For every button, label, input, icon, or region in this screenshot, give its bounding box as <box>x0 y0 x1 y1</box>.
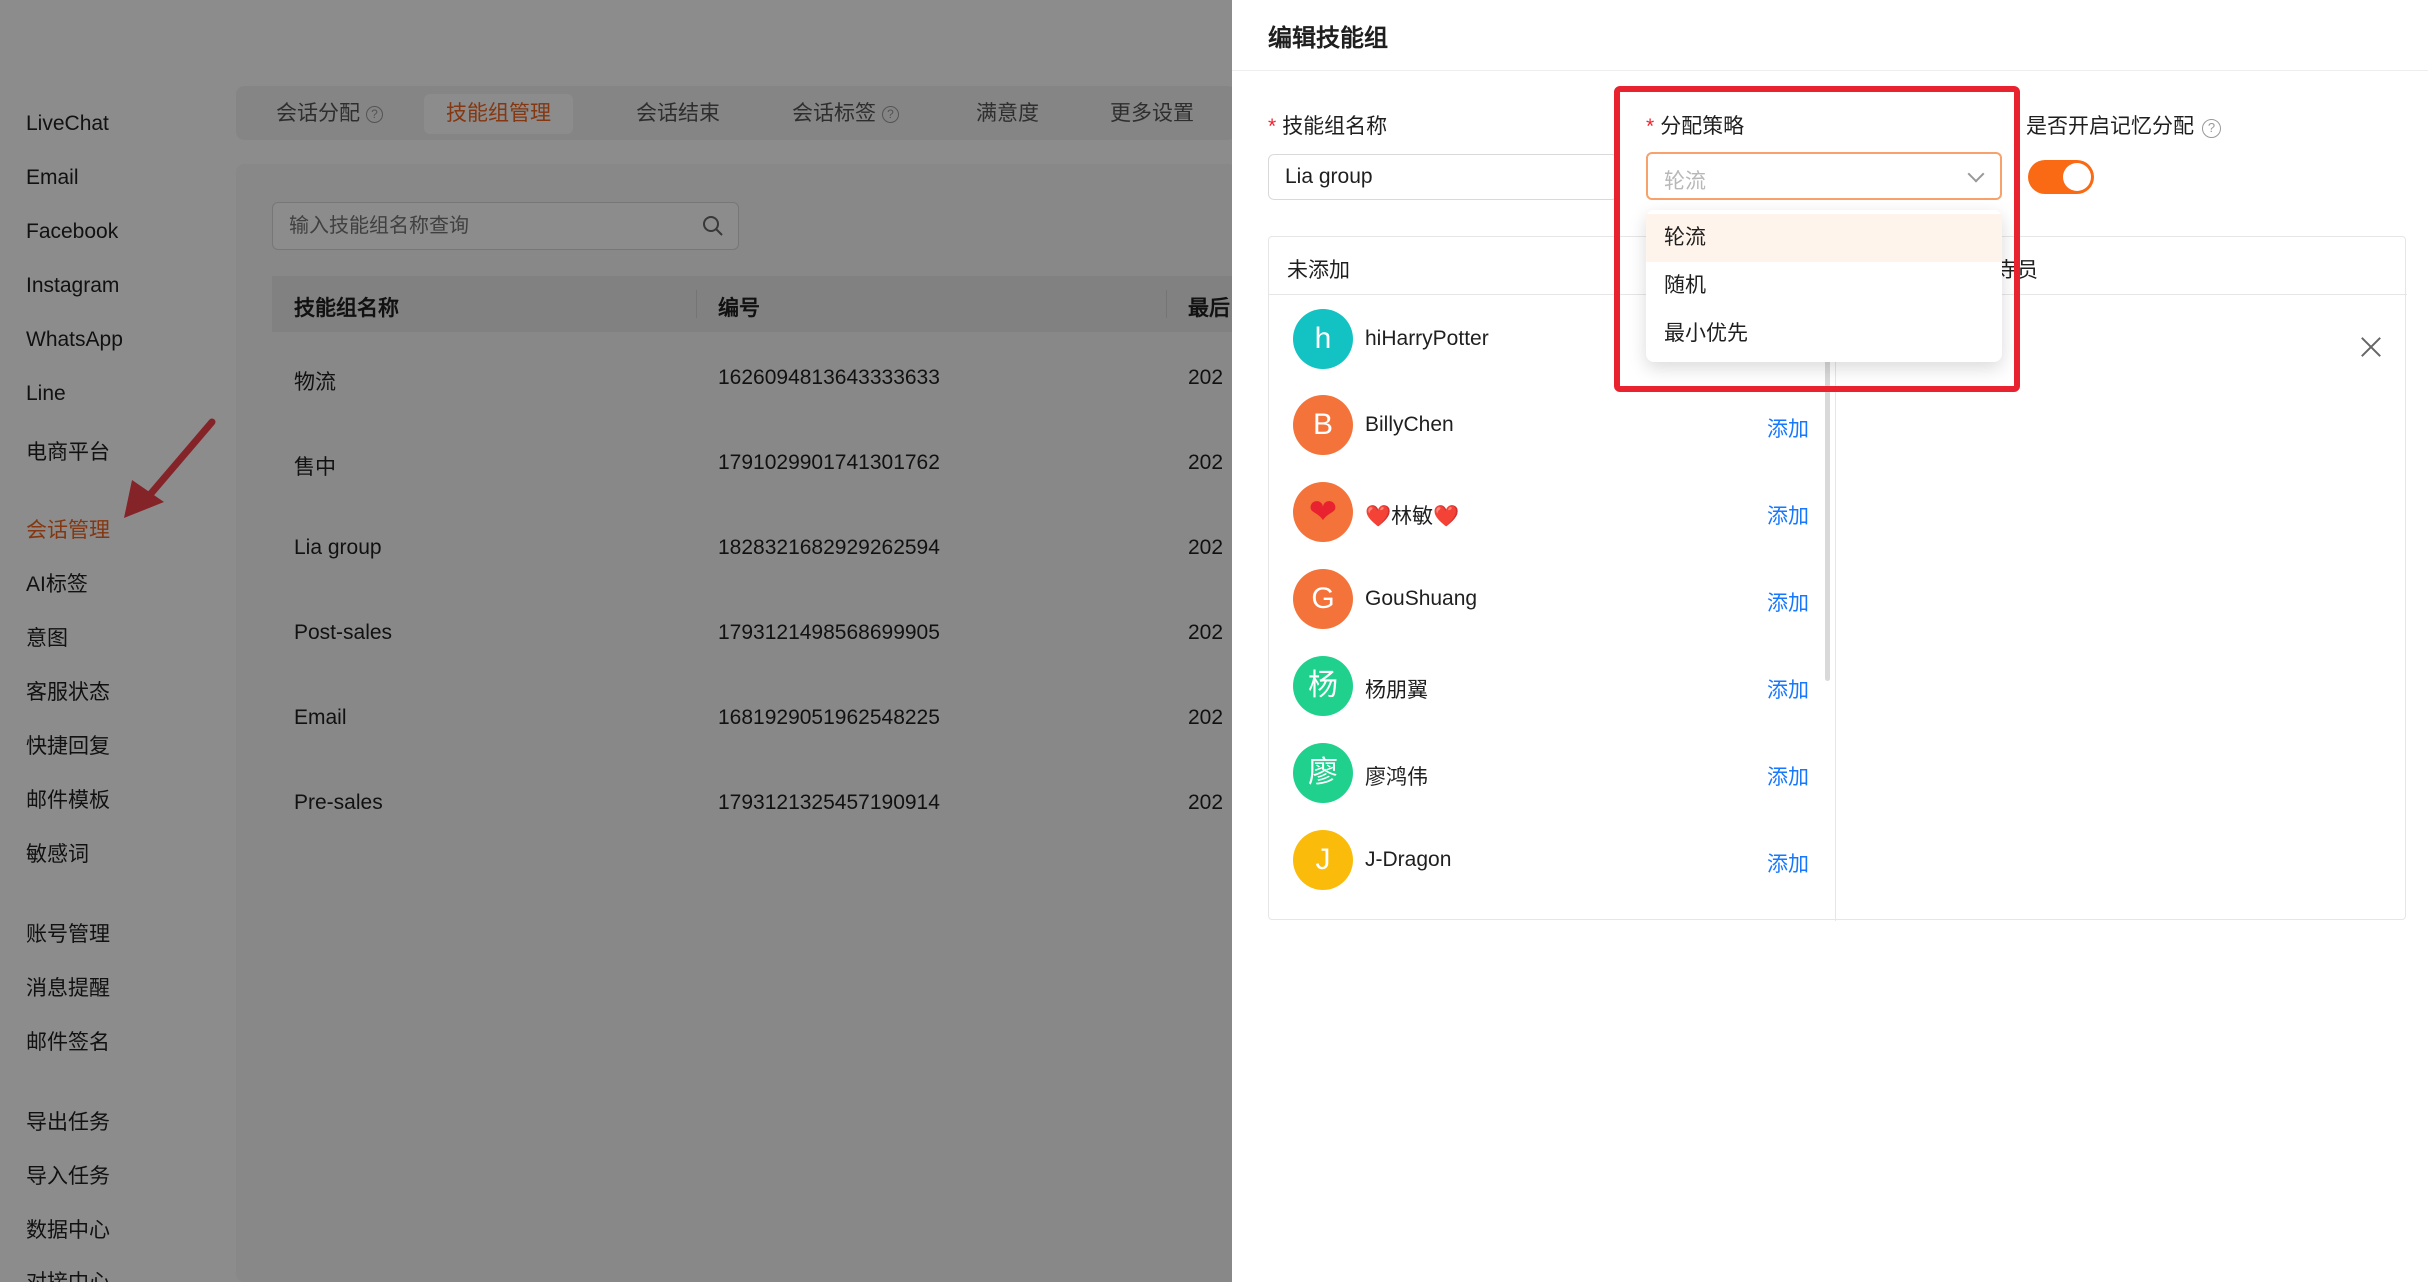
add-button[interactable]: 添加 <box>1767 761 1809 791</box>
required-mark: * <box>1268 115 1277 138</box>
avatar: h <box>1293 309 1353 369</box>
list-item[interactable]: ❤ ❤️林敏❤️ 添加 <box>1269 468 1825 554</box>
avatar: 廖 <box>1293 743 1353 803</box>
avatar: G <box>1293 569 1353 629</box>
memory-assignment-label: 是否开启记忆分配? <box>2026 110 2221 140</box>
avatar: J <box>1293 830 1353 890</box>
label-text: 技能组名称 <box>1282 115 1388 138</box>
agent-name: GouShuang <box>1365 587 1478 610</box>
edit-skill-group-drawer: 编辑技能组 *技能组名称 *分配策略 轮流 是否开启记忆分配? 未添加 寺员 h… <box>1232 0 2428 1282</box>
avatar: 杨 <box>1293 656 1353 716</box>
add-button[interactable]: 添加 <box>1767 500 1809 530</box>
agent-name: hiHarryPotter <box>1365 327 1489 350</box>
label-text: 是否开启记忆分配 <box>2026 115 2194 138</box>
skill-group-name-label: * 技能组名称 <box>1268 110 1387 140</box>
list-item[interactable]: 杨 杨朋翼 添加 <box>1269 642 1825 728</box>
toggle-knob <box>2063 163 2091 191</box>
add-button[interactable]: 添加 <box>1767 413 1809 443</box>
list-item[interactable]: B BillyChen 添加 <box>1269 381 1825 467</box>
add-button[interactable]: 添加 <box>1767 848 1809 878</box>
add-button[interactable]: 添加 <box>1767 674 1809 704</box>
remove-icon[interactable] <box>2360 336 2382 358</box>
list-title: 未添加 <box>1287 259 1350 282</box>
agent-name: ❤️林敏❤️ <box>1365 505 1460 528</box>
list-item[interactable]: J J-Dragon 添加 <box>1269 816 1825 902</box>
agent-name: J-Dragon <box>1365 848 1452 871</box>
divider <box>1232 70 2428 71</box>
annotation-highlight-box <box>1614 86 2020 392</box>
agent-name: 杨朋翼 <box>1365 679 1428 702</box>
agent-name: 廖鸿伟 <box>1365 766 1428 789</box>
help-icon[interactable]: ? <box>2202 119 2221 138</box>
drawer-title: 编辑技能组 <box>1268 25 1388 52</box>
skill-group-name-input[interactable] <box>1268 154 1618 200</box>
avatar: ❤ <box>1293 482 1353 542</box>
agent-name: BillyChen <box>1365 413 1454 436</box>
avatar: B <box>1293 395 1353 455</box>
list-item[interactable]: 廖 廖鸿伟 添加 <box>1269 729 1825 815</box>
add-button[interactable]: 添加 <box>1767 587 1809 617</box>
list-item[interactable]: G GouShuang 添加 <box>1269 555 1825 641</box>
memory-assignment-toggle[interactable] <box>2028 160 2094 194</box>
modal-mask[interactable] <box>0 0 1232 1282</box>
